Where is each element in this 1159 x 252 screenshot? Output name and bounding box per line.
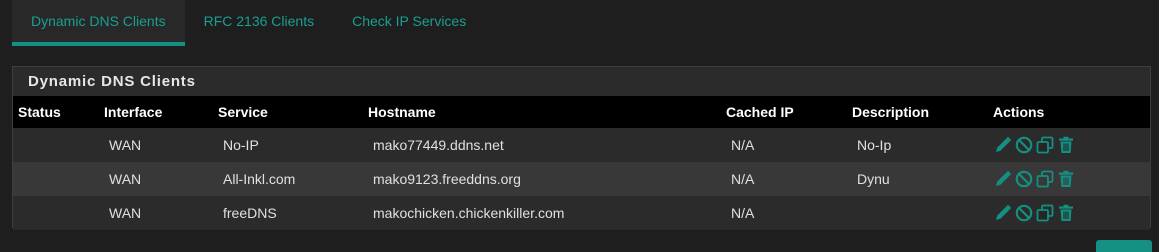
cell-actions: [988, 196, 1150, 230]
clone-icon[interactable]: [1035, 169, 1055, 189]
cell-hostname: mako9123.freeddns.org: [373, 171, 521, 187]
header-actions: Actions: [993, 104, 1045, 120]
cell-status: [13, 196, 99, 230]
clone-icon[interactable]: [1035, 135, 1055, 155]
header-status: Status: [18, 104, 61, 120]
clone-icon[interactable]: [1035, 203, 1055, 223]
ban-icon[interactable]: [1014, 169, 1034, 189]
ban-icon[interactable]: [1014, 135, 1034, 155]
table-row: WAN freeDNS makochicken.chickenkiller.co…: [13, 196, 1150, 230]
ddns-clients-panel: Dynamic DNS Clients Status Interface Ser…: [12, 66, 1151, 230]
table-row: WAN All-Inkl.com mako9123.freeddns.org N…: [13, 162, 1150, 196]
cell-service: All-Inkl.com: [223, 171, 296, 187]
cell-status: [13, 128, 99, 162]
trash-icon[interactable]: [1056, 203, 1076, 223]
cell-status: [13, 162, 99, 196]
cell-cached-ip: N/A: [731, 171, 755, 187]
cell-cached-ip: N/A: [731, 205, 755, 221]
ban-icon[interactable]: [1014, 203, 1034, 223]
cell-interface: WAN: [109, 137, 142, 153]
trash-icon[interactable]: [1056, 135, 1076, 155]
cell-cached-ip: N/A: [731, 137, 755, 153]
pencil-icon[interactable]: [993, 135, 1013, 155]
cell-service: freeDNS: [223, 205, 277, 221]
trash-icon[interactable]: [1056, 169, 1076, 189]
header-service: Service: [218, 104, 268, 120]
header-interface: Interface: [104, 104, 163, 120]
ddns-clients-table: Status Interface Service Hostname Cached…: [13, 96, 1150, 230]
tab-dynamic-dns-clients[interactable]: Dynamic DNS Clients: [12, 0, 185, 46]
header-cached-ip: Cached IP: [726, 104, 794, 120]
tab-check-ip-services[interactable]: Check IP Services: [333, 0, 485, 42]
panel-title: Dynamic DNS Clients: [13, 67, 1150, 96]
cell-hostname: makochicken.chickenkiller.com: [373, 205, 565, 221]
table-row: WAN No-IP mako77449.ddns.net N/A No-Ip: [13, 128, 1150, 162]
cell-description: No-Ip: [857, 137, 892, 153]
pencil-icon[interactable]: [993, 169, 1013, 189]
cell-description: Dynu: [857, 171, 890, 187]
header-hostname: Hostname: [368, 104, 436, 120]
cell-service: No-IP: [223, 137, 259, 153]
add-button[interactable]: [1096, 240, 1152, 252]
cell-actions: [988, 128, 1150, 162]
tab-bar: Dynamic DNS Clients RFC 2136 Clients Che…: [12, 0, 485, 46]
cell-actions: [988, 162, 1150, 196]
pencil-icon[interactable]: [993, 203, 1013, 223]
cell-interface: WAN: [109, 171, 142, 187]
tab-rfc2136-clients[interactable]: RFC 2136 Clients: [185, 0, 334, 42]
cell-description: [847, 196, 988, 230]
table-header-row: Status Interface Service Hostname Cached…: [13, 96, 1150, 128]
cell-hostname: mako77449.ddns.net: [373, 137, 504, 153]
cell-interface: WAN: [109, 205, 142, 221]
header-description: Description: [852, 104, 930, 120]
